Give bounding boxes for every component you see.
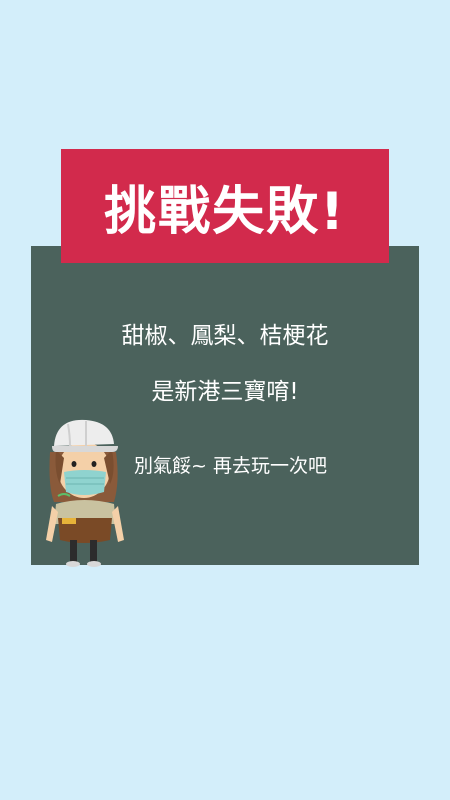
result-banner: 挑戰失敗! [61, 149, 389, 263]
farmer-girl-with-mask-icon [40, 412, 130, 568]
message-line-1: 甜椒、鳳梨、桔梗花 [121, 323, 329, 349]
message-line-2: 是新港三寶唷! [151, 379, 299, 405]
banner-title: 挑戰失敗! [104, 181, 346, 242]
retry-encouragement-text: 別氣餒~ 再去玩一次吧 [134, 455, 327, 477]
